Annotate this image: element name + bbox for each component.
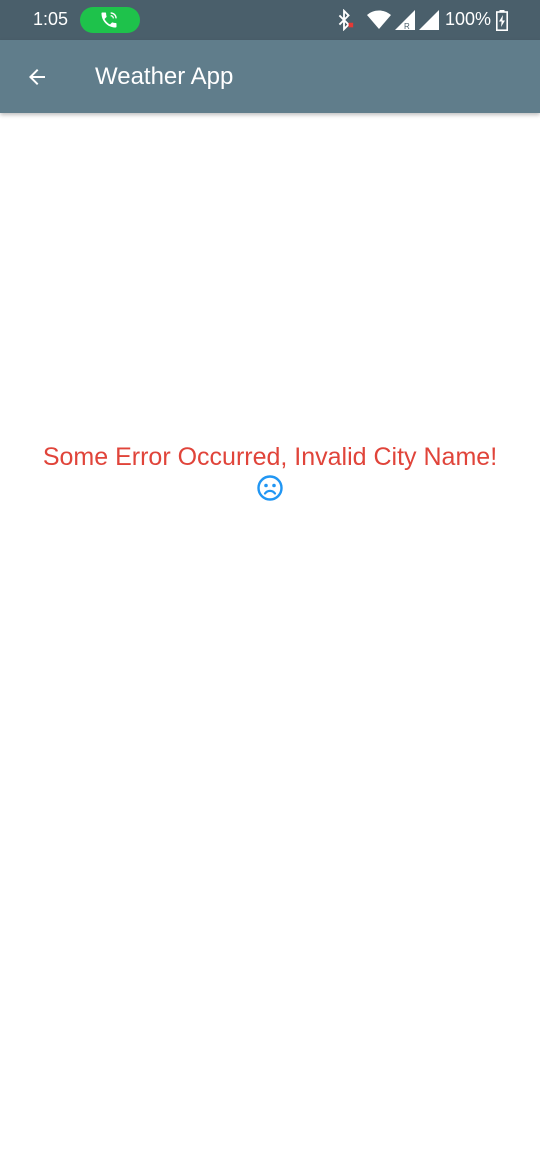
signal-icon	[419, 9, 441, 36]
error-message-block: Some Error Occurred, Invalid City Name!	[0, 440, 540, 507]
arrow-left-icon	[29, 69, 45, 85]
bluetooth-icon	[333, 8, 355, 36]
page-title: Weather App	[95, 63, 234, 90]
screen: 1:05 R 100% Weather App Some Error Occur…	[0, 0, 540, 1170]
battery-percentage: 100%	[445, 9, 492, 29]
error-message: Some Error Occurred, Invalid City Name!	[42, 443, 498, 471]
sad-face-icon	[256, 474, 284, 502]
status-bar: 1:05 R 100%	[0, 0, 540, 40]
signal-roaming-icon: R	[395, 9, 417, 36]
call-active-icon	[101, 12, 117, 28]
back-button[interactable]	[18, 58, 56, 96]
app-bar: Weather App	[0, 40, 540, 113]
battery-charging-icon	[496, 10, 508, 36]
svg-text:R: R	[404, 22, 410, 31]
active-call-pill[interactable]	[80, 7, 140, 33]
wifi-icon	[367, 9, 391, 36]
status-time: 1:05	[33, 9, 69, 29]
